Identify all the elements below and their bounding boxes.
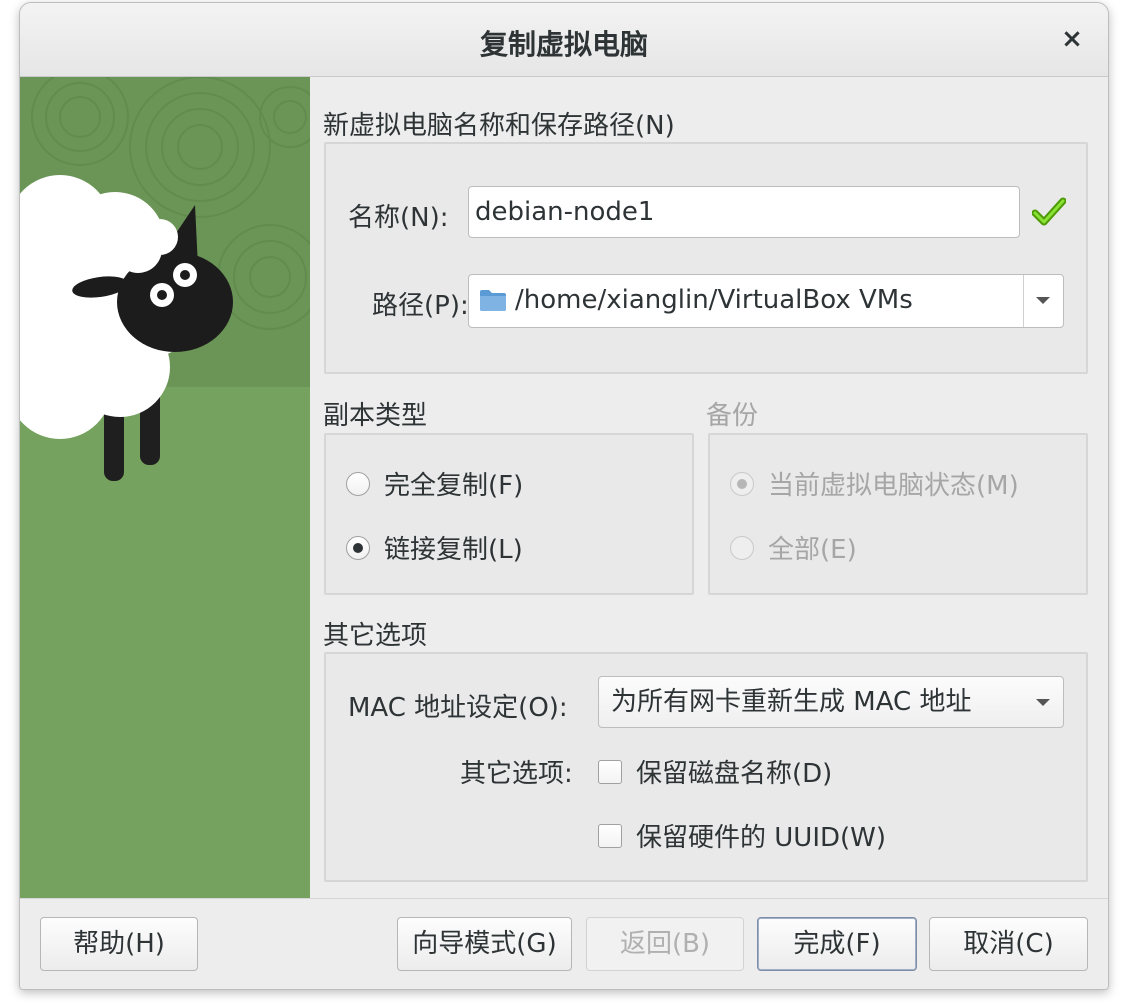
clone-type-frame — [324, 433, 694, 595]
sheep-illustration — [20, 77, 310, 898]
chevron-down-icon — [1036, 297, 1050, 304]
radio-label: 链接复制(L) — [384, 535, 523, 565]
guided-mode-button[interactable]: 向导模式(G) — [397, 917, 572, 971]
checkbox-indicator[interactable] — [598, 823, 622, 848]
name-section-title: 新虚拟电脑名称和保存路径(N) — [323, 111, 675, 141]
radio-indicator[interactable] — [346, 471, 370, 496]
path-dropdown-button[interactable] — [1023, 275, 1063, 327]
clone-type-title: 副本类型 — [323, 401, 428, 431]
radio-indicator[interactable] — [346, 535, 370, 560]
snapshots-frame — [708, 433, 1088, 595]
additional-options-label: 其它选项: — [460, 759, 573, 789]
button-bar: 帮助(H) 向导模式(G) 返回(B) 完成(F) 取消(C) — [20, 898, 1108, 989]
close-icon: × — [1061, 24, 1083, 54]
radio-indicator[interactable] — [730, 535, 754, 560]
dialog-title: 复制虚拟电脑 — [479, 28, 648, 61]
content-area: 新虚拟电脑名称和保存路径(N) 名称(N): debian-node1 路径(P… — [310, 77, 1108, 898]
radio-indicator[interactable] — [730, 471, 754, 496]
radio-label: 当前虚拟电脑状态(M) — [768, 471, 1019, 501]
name-label: 名称(N): — [348, 203, 449, 233]
keep-disk-names-checkbox[interactable]: 保留磁盘名称(D) — [598, 753, 832, 790]
mac-dropdown-button[interactable] — [1023, 677, 1063, 727]
radio-linked-clone[interactable]: 链接复制(L) — [346, 529, 523, 566]
checkbox-label: 保留磁盘名称(D) — [636, 759, 833, 789]
back-button[interactable]: 返回(B) — [586, 917, 744, 971]
keep-hw-uuids-checkbox[interactable]: 保留硬件的 UUID(W) — [598, 817, 886, 854]
other-options-title: 其它选项 — [323, 621, 428, 651]
clone-vm-dialog: 复制虚拟电脑 × 新虚拟电脑名称和保存路径(N) 名称(N): debian-n… — [19, 2, 1109, 990]
radio-all-snapshots[interactable]: 全部(E) — [730, 529, 857, 566]
path-value: /home/xianglin/VirtualBox VMs — [515, 285, 913, 315]
valid-check-icon — [1032, 197, 1066, 226]
snapshots-title: 备份 — [706, 401, 759, 431]
name-input[interactable]: debian-node1 — [468, 186, 1020, 238]
radio-full-clone[interactable]: 完全复制(F) — [346, 465, 523, 502]
chevron-down-icon — [1036, 699, 1050, 706]
mac-policy-value: 为所有网卡重新生成 MAC 地址 — [611, 687, 972, 717]
mac-policy-select[interactable]: 为所有网卡重新生成 MAC 地址 — [598, 676, 1064, 728]
folder-icon — [480, 290, 506, 311]
mac-policy-label: MAC 地址设定(O): — [348, 693, 568, 723]
path-label: 路径(P): — [372, 291, 469, 321]
help-button[interactable]: 帮助(H) — [40, 917, 198, 971]
checkbox-indicator[interactable] — [598, 759, 622, 784]
name-section-frame — [324, 142, 1088, 374]
title-bar: 复制虚拟电脑 × — [20, 3, 1108, 77]
close-button[interactable]: × — [1054, 21, 1090, 57]
path-selector[interactable]: /home/xianglin/VirtualBox VMs — [468, 274, 1064, 328]
radio-label: 全部(E) — [768, 535, 857, 565]
cancel-button[interactable]: 取消(C) — [929, 917, 1088, 971]
radio-current-state[interactable]: 当前虚拟电脑状态(M) — [730, 465, 1019, 502]
radio-label: 完全复制(F) — [384, 471, 524, 501]
finish-button[interactable]: 完成(F) — [757, 917, 917, 971]
checkbox-label: 保留硬件的 UUID(W) — [636, 823, 887, 853]
